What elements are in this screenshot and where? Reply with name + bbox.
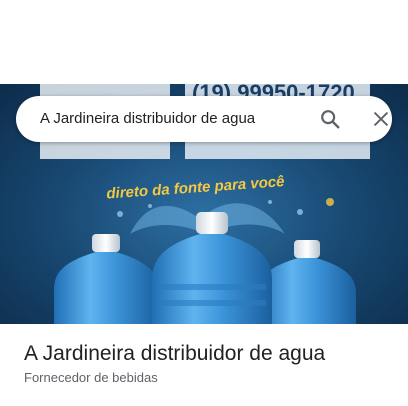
search-bar[interactable]: A Jardineira distribuidor de agua: [16, 96, 392, 142]
search-button[interactable]: [316, 105, 344, 133]
magnifier-icon: [321, 110, 340, 129]
slogan-text: direto da fonte para você: [106, 173, 285, 202]
water-bottle-right: [258, 240, 356, 324]
close-icon: [374, 112, 388, 126]
water-bottle-center: [152, 212, 272, 324]
clear-search-button[interactable]: [367, 105, 395, 133]
place-category: Fornecedor de bebidas: [24, 370, 158, 385]
water-bottle-left: [54, 234, 158, 324]
place-title: A Jardineira distribuidor de agua: [24, 342, 326, 365]
search-input[interactable]: A Jardineira distribuidor de agua: [40, 110, 255, 127]
